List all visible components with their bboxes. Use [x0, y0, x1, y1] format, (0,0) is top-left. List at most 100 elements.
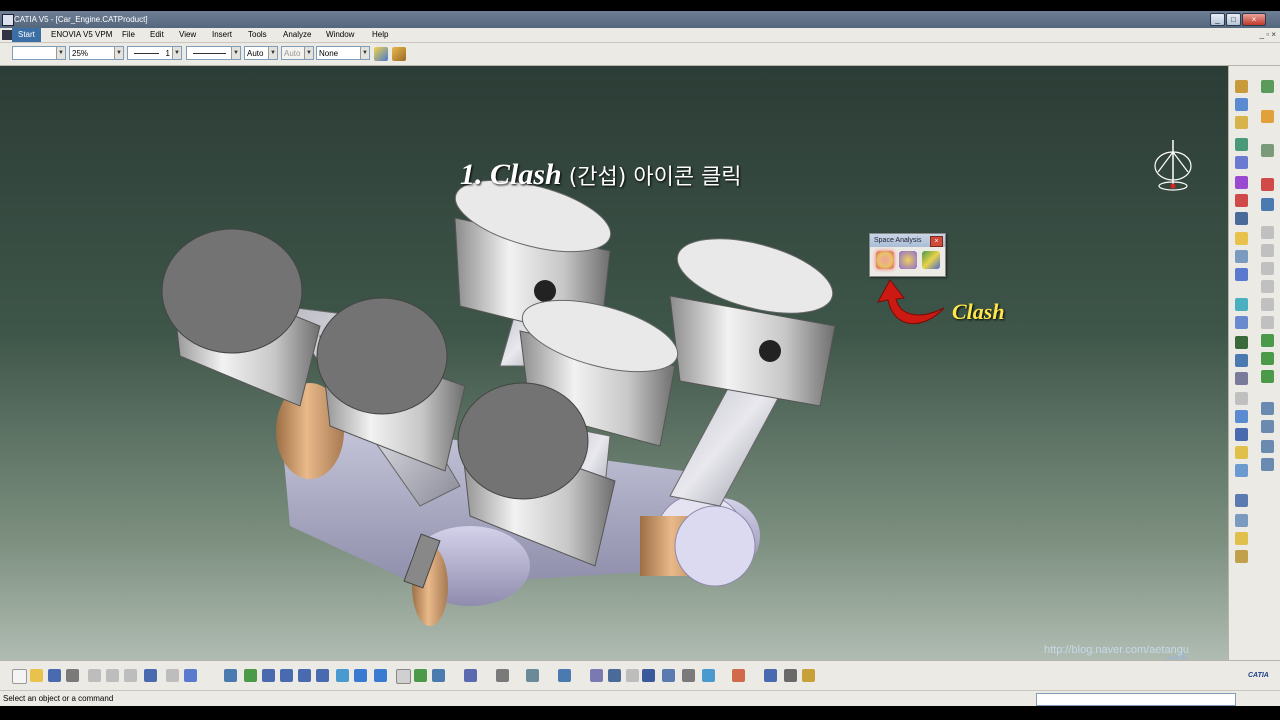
image-icon[interactable]	[682, 669, 695, 682]
symmetry-icon[interactable]	[1261, 316, 1274, 329]
document-icon[interactable]	[2, 30, 12, 40]
measure-item-icon[interactable]	[784, 669, 797, 682]
linetype-combo[interactable]: ▼	[186, 46, 241, 60]
shading-icon[interactable]	[396, 669, 411, 684]
rotate-icon[interactable]	[280, 669, 293, 682]
distance-band-analysis-button[interactable]	[922, 251, 940, 269]
maximize-button[interactable]: □	[1226, 13, 1241, 26]
select-arrow-icon[interactable]	[1261, 110, 1274, 123]
menu-help[interactable]: Help	[372, 28, 388, 42]
reuse-pattern-icon[interactable]	[1235, 550, 1248, 563]
whats-this-icon[interactable]	[184, 669, 197, 682]
compass-icon[interactable]	[1152, 138, 1194, 194]
transparency-combo[interactable]: 25% ▼	[69, 46, 124, 60]
sectioning-button[interactable]	[899, 251, 917, 269]
grid-icon[interactable]	[732, 669, 745, 682]
stop-manipulate-on-clash-icon[interactable]	[1235, 354, 1248, 367]
new-file-icon[interactable]	[12, 669, 27, 684]
isometric-view-icon[interactable]	[374, 669, 387, 682]
sectioning-side-icon[interactable]	[1261, 440, 1274, 453]
split-icon[interactable]	[1261, 198, 1274, 211]
new-part-icon[interactable]	[1235, 116, 1248, 129]
compute-clash-icon[interactable]	[1261, 420, 1274, 433]
close-button[interactable]: ×	[1242, 13, 1266, 26]
update-all-icon[interactable]	[526, 669, 539, 682]
measure-icon[interactable]	[1261, 80, 1274, 93]
offset-constraint-icon[interactable]	[1235, 410, 1248, 423]
pan-icon[interactable]	[262, 669, 275, 682]
update-icon[interactable]	[1261, 144, 1274, 157]
explode-icon[interactable]	[1235, 336, 1248, 349]
menu-tools[interactable]: Tools	[248, 28, 267, 42]
layer-combo[interactable]: None ▼	[316, 46, 370, 60]
replace-component-icon[interactable]	[1235, 156, 1248, 169]
menu-start[interactable]: Start	[12, 28, 41, 42]
save-icon[interactable]	[48, 669, 61, 682]
apply-scene-icon[interactable]	[1261, 370, 1274, 383]
menu-analyze[interactable]: Analyze	[283, 28, 311, 42]
point-symbol-combo[interactable]: Auto ▼	[244, 46, 278, 60]
clash-button[interactable]	[876, 251, 894, 269]
add-icon[interactable]	[1261, 280, 1274, 293]
properties-brush-icon[interactable]	[392, 47, 406, 61]
tree-expand-icon[interactable]	[662, 669, 675, 682]
new-component-icon[interactable]	[1235, 80, 1248, 93]
capture-icon[interactable]	[496, 669, 509, 682]
fix-together-icon[interactable]	[1235, 464, 1248, 477]
enhanced-scene-icon[interactable]	[1261, 352, 1274, 365]
pocket-icon[interactable]	[1261, 244, 1274, 257]
close-panel-icon[interactable]	[1261, 178, 1274, 191]
hole-icon[interactable]	[1261, 226, 1274, 239]
document-window-controls[interactable]: _ ▫ ×	[1260, 28, 1276, 42]
line-thickness-combo[interactable]: 1 ▼	[127, 46, 182, 60]
lighting-icon[interactable]	[702, 669, 715, 682]
open-folder-icon[interactable]	[30, 669, 43, 682]
measure-between-icon[interactable]	[764, 669, 777, 682]
space-analysis-close-button[interactable]: ×	[930, 236, 943, 247]
bill-of-material-icon[interactable]	[1261, 402, 1274, 415]
formula-icon[interactable]	[590, 669, 603, 682]
menu-window[interactable]: Window	[326, 28, 354, 42]
new-product-icon[interactable]	[1235, 98, 1248, 111]
fix-component-icon[interactable]	[1235, 446, 1248, 459]
hide-show-icon[interactable]	[414, 669, 427, 682]
menu-insert[interactable]: Insert	[212, 28, 232, 42]
distance-icon[interactable]	[1261, 458, 1274, 471]
fast-multi-instantiation-icon[interactable]	[1235, 268, 1248, 281]
manage-representations-icon[interactable]	[1235, 232, 1248, 245]
power-input-field[interactable]	[1036, 693, 1236, 706]
catalog-browser-icon[interactable]	[464, 669, 477, 682]
manipulation-icon[interactable]	[1235, 298, 1248, 311]
fit-all-in-icon[interactable]	[244, 669, 257, 682]
generate-numbering-icon[interactable]	[1235, 194, 1248, 207]
multi-instantiation-icon[interactable]	[1235, 250, 1248, 263]
menu-file[interactable]: File	[122, 28, 135, 42]
comment-icon[interactable]	[608, 669, 621, 682]
3d-viewport[interactable]: 1. Clash (간섭) 아이콘 클릭 Clash SkyF랑 http://…	[0, 66, 1228, 660]
multi-view-icon[interactable]	[354, 669, 367, 682]
space-analysis-toolbar[interactable]: Space Analysis ×	[869, 233, 946, 277]
minimize-button[interactable]: _	[1210, 13, 1225, 26]
mass-properties-icon[interactable]	[802, 669, 815, 682]
menu-enovia[interactable]: ENOVIA V5 VPM	[51, 28, 112, 42]
menu-edit[interactable]: Edit	[150, 28, 164, 42]
contact-constraint-icon[interactable]	[1235, 392, 1248, 405]
color-combo[interactable]: ▼	[12, 46, 66, 60]
change-constraint-icon[interactable]	[1235, 532, 1248, 545]
selective-load-icon[interactable]	[1235, 212, 1248, 225]
fly-mode-icon[interactable]	[224, 669, 237, 682]
existing-component-icon[interactable]	[1235, 138, 1248, 151]
remove-icon[interactable]	[1261, 298, 1274, 311]
swap-visible-space-icon[interactable]	[432, 669, 445, 682]
publication-icon[interactable]	[558, 669, 571, 682]
scenes-icon[interactable]	[1261, 334, 1274, 347]
coincidence-constraint-icon[interactable]	[1235, 372, 1248, 385]
angle-constraint-icon[interactable]	[1235, 428, 1248, 441]
snap-icon[interactable]	[1235, 316, 1248, 329]
quick-constraint-icon[interactable]	[1235, 494, 1248, 507]
table-icon[interactable]	[642, 669, 655, 682]
flexible-rigid-icon[interactable]	[1235, 514, 1248, 527]
normal-view-icon[interactable]	[336, 669, 349, 682]
zoom-out-icon[interactable]	[316, 669, 329, 682]
format-painter-icon[interactable]	[374, 47, 388, 61]
